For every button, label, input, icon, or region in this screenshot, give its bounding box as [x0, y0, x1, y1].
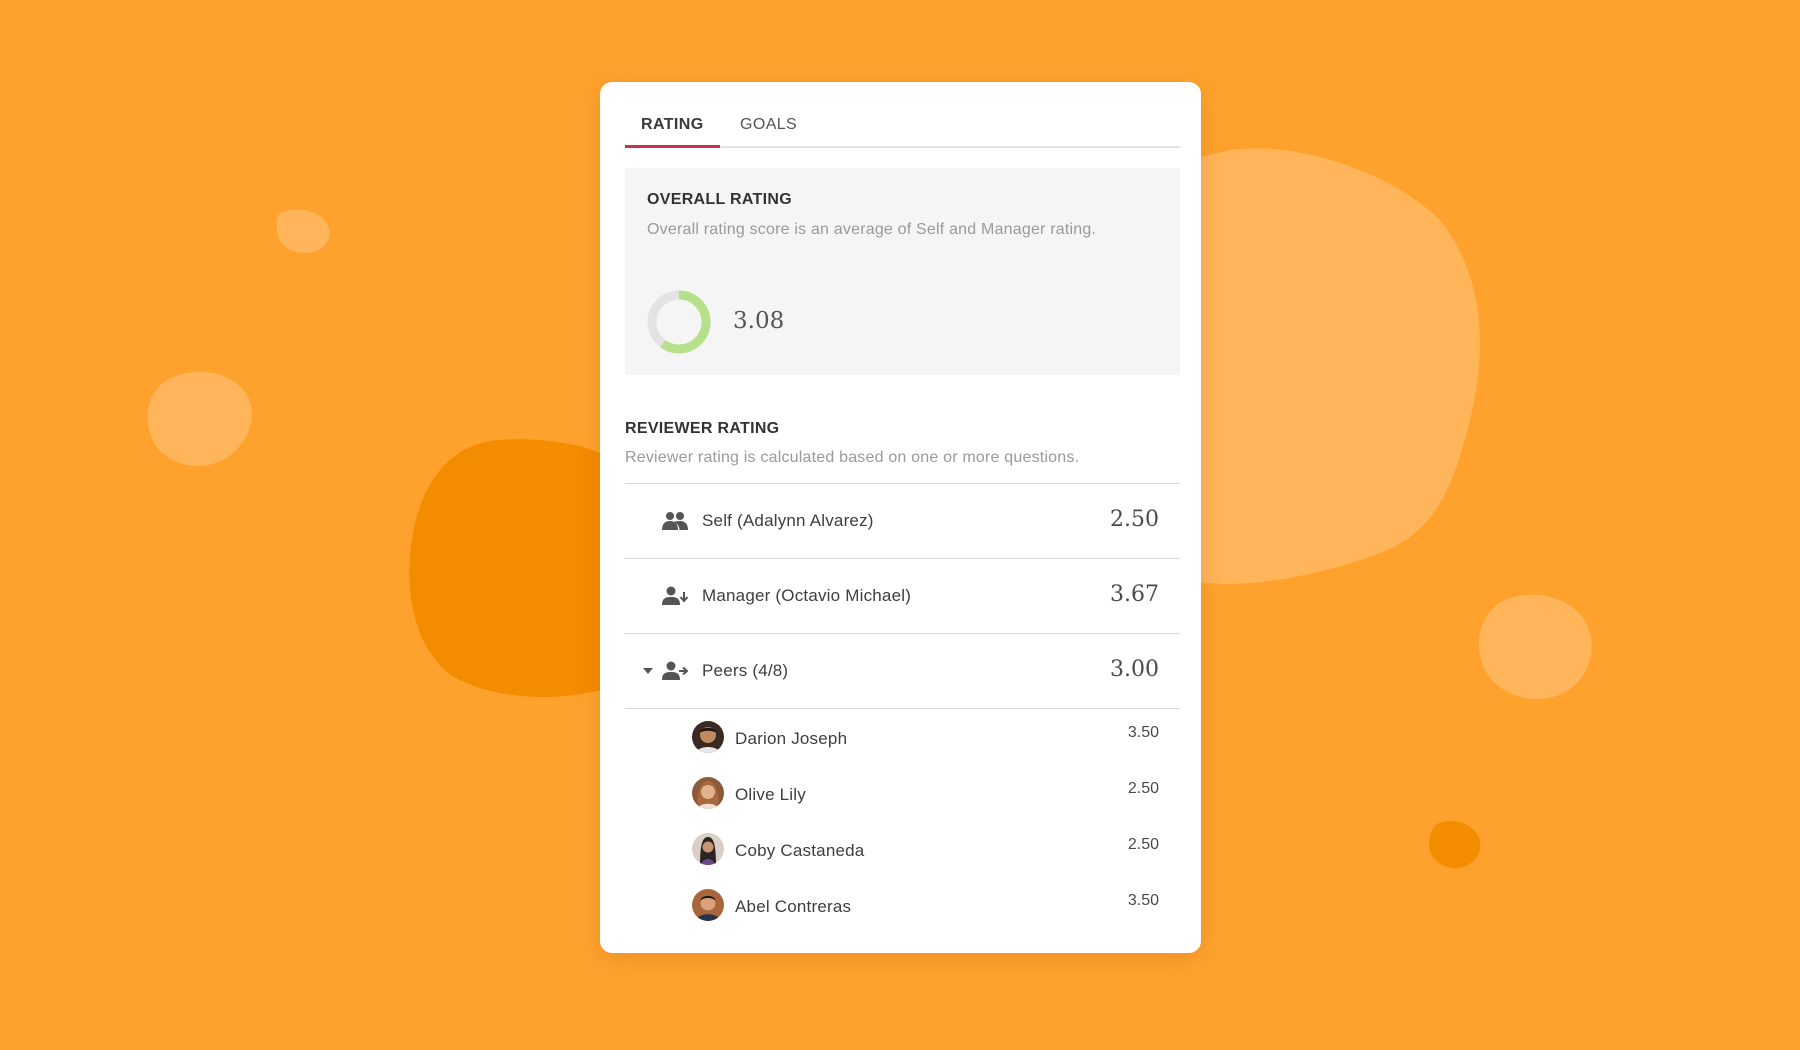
reviewer-row-score: 3.00 [1110, 657, 1159, 682]
avatar [692, 721, 724, 753]
peer-row[interactable]: Abel Contreras 3.50 [625, 879, 1180, 935]
reviewer-row-label: Manager (Octavio Michael) [702, 586, 912, 605]
background-blob-dark [409, 439, 608, 697]
peer-score: 3.50 [1127, 892, 1159, 909]
tab-goals[interactable]: GOALS [740, 116, 797, 146]
background-blob-small-light-3 [1478, 594, 1592, 700]
peer-score: 2.50 [1127, 836, 1159, 853]
review-rating-card: RATING GOALS OVERALL RATING Overall rati… [600, 82, 1201, 953]
reviewer-row-score: 3.67 [1110, 582, 1159, 607]
overall-rating-panel: OVERALL RATING Overall rating score is a… [625, 168, 1180, 375]
reviewer-row-peers[interactable]: Peers (4/8) 3.00 [625, 634, 1180, 709]
person-arrow-right-icon [662, 661, 688, 680]
overall-rating-description: Overall rating score is an average of Se… [647, 221, 1097, 238]
overall-rating-donut [647, 290, 711, 354]
peer-score: 2.50 [1127, 780, 1159, 797]
reviewer-row-label: Self (Adalynn Alvarez) [702, 511, 874, 530]
peer-name: Coby Castaneda [735, 841, 865, 860]
overall-rating-title: OVERALL RATING [647, 191, 792, 208]
reviewer-row-label: Peers (4/8) [702, 661, 789, 680]
peer-row[interactable]: Darion Joseph 3.50 [625, 711, 1180, 767]
background-blob-small-dark [1428, 820, 1481, 869]
reviewer-rows: Self (Adalynn Alvarez) 2.50 Manager (Oct… [625, 483, 1180, 709]
reviewer-rating-description: Reviewer rating is calculated based on o… [625, 449, 1080, 466]
peer-row[interactable]: Olive Lily 2.50 [625, 767, 1180, 823]
avatar [692, 889, 724, 921]
people-icon [662, 512, 688, 530]
background-blob-large-light [1190, 148, 1480, 584]
peer-list: Darion Joseph 3.50 Olive Lily 2.50 Coby … [625, 711, 1180, 935]
peer-name: Abel Contreras [735, 897, 852, 916]
background-blob-small-light-1 [276, 209, 330, 254]
background-blob-small-light-2 [147, 371, 252, 466]
overall-rating-score: 3.08 [733, 308, 785, 334]
tab-bar: RATING GOALS [625, 82, 1180, 148]
reviewer-row-self[interactable]: Self (Adalynn Alvarez) 2.50 [625, 484, 1180, 559]
reviewer-row-score: 2.50 [1110, 507, 1159, 532]
avatar [692, 777, 724, 809]
peer-name: Olive Lily [735, 785, 806, 804]
person-arrow-down-icon [662, 586, 688, 605]
avatar [692, 833, 724, 865]
peer-name: Darion Joseph [735, 729, 848, 748]
tab-rating[interactable]: RATING [625, 116, 719, 148]
peer-row[interactable]: Coby Castaneda 2.50 [625, 823, 1180, 879]
caret-down-icon[interactable] [643, 667, 653, 675]
reviewer-rating-title: REVIEWER RATING [625, 420, 780, 437]
reviewer-row-manager[interactable]: Manager (Octavio Michael) 3.67 [625, 559, 1180, 634]
peer-score: 3.50 [1127, 724, 1159, 741]
